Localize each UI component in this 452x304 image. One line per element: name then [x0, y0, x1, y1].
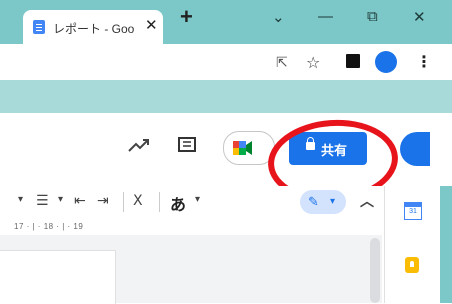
input-mode-button[interactable]: あ	[170, 191, 186, 215]
share-page-icon[interactable]: ⇱	[276, 54, 288, 71]
window-edge	[440, 186, 452, 303]
input-mode-dropdown-icon[interactable]: ▾	[195, 194, 200, 205]
ruler-labels: 17 · | · 18 · | · 19	[14, 222, 84, 231]
mode-dropdown-icon: ▾	[330, 196, 336, 207]
minimize-icon[interactable]: —	[318, 8, 333, 25]
tab-search-icon[interactable]: ⌄	[272, 8, 285, 26]
bookmarks-bar	[0, 80, 452, 113]
format-toolbar: ▾ ☰ ▾ ⇤ ⇥ Ⅹ あ ▾ ✎ ▾ ︿	[0, 186, 384, 218]
restore-icon[interactable]: ⧉	[367, 8, 378, 25]
increase-indent-icon[interactable]: ⇥	[97, 192, 109, 209]
chrome-menu-icon[interactable]: ⋮	[416, 52, 432, 72]
comment-icon[interactable]	[178, 137, 196, 155]
decrease-indent-icon[interactable]: ⇤	[74, 192, 86, 209]
document-page[interactable]	[0, 250, 116, 304]
editing-mode-button[interactable]: ✎ ▾	[300, 190, 346, 214]
google-docs-icon	[33, 20, 45, 34]
keep-icon[interactable]	[405, 257, 419, 273]
vertical-scrollbar[interactable]	[370, 238, 380, 303]
bookmark-star-icon[interactable]: ☆	[306, 53, 320, 73]
close-tab-icon[interactable]: ✕	[145, 16, 158, 34]
list-dropdown-icon[interactable]: ▾	[58, 194, 63, 205]
dropdown-arrow-icon[interactable]: ▾	[18, 194, 23, 205]
browser-tab[interactable]: レポート - Goo ✕	[23, 10, 163, 44]
bulb-shape	[410, 261, 414, 267]
side-panel-icon[interactable]	[346, 54, 360, 68]
toolbar-divider	[123, 192, 124, 212]
trending-up-icon[interactable]	[128, 138, 150, 154]
clear-formatting-icon[interactable]: Ⅹ	[133, 192, 143, 209]
account-avatar[interactable]	[400, 132, 430, 166]
new-tab-button[interactable]: +	[180, 6, 193, 28]
profile-avatar[interactable]	[375, 51, 397, 73]
meet-icon	[233, 141, 252, 155]
collapse-toolbar-icon[interactable]: ︿	[360, 191, 374, 211]
pencil-icon: ✎	[308, 194, 319, 209]
bulleted-list-icon[interactable]: ☰	[36, 192, 49, 209]
calendar-icon[interactable]: 31	[404, 202, 422, 220]
address-bar-row: ⇱ ☆ ⋮	[0, 44, 452, 80]
tab-title: レポート - Goo	[53, 22, 135, 36]
window-close-icon[interactable]: ✕	[413, 8, 426, 26]
toolbar-divider	[159, 192, 160, 212]
